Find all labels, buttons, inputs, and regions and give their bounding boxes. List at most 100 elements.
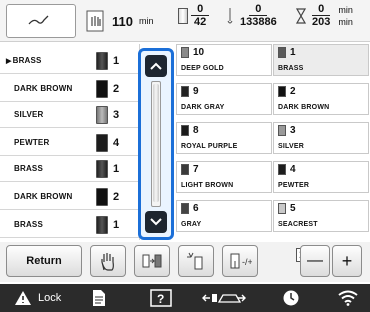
list-item-index: 1	[113, 54, 120, 67]
color-swap-button[interactable]	[134, 245, 170, 277]
color-cell-name: DEEP GOLD	[181, 65, 224, 72]
color-grid: 10 DEEP GOLD 1 BRASS 9 DARK GRAY 2 DARK …	[176, 44, 370, 240]
color-cell-number: 6	[193, 203, 199, 214]
svg-text:-/+: -/+	[242, 257, 252, 267]
spool-icon	[96, 51, 108, 70]
color-cell[interactable]: 10 DEEP GOLD	[176, 44, 272, 76]
list-item[interactable]: BRASS 1	[0, 212, 140, 238]
color-cell-name: BRASS	[278, 65, 304, 72]
frame-move-button[interactable]	[202, 288, 246, 308]
pattern-outline-icon	[28, 15, 49, 25]
color-cell-name: SEACREST	[278, 221, 318, 228]
scrollbar[interactable]	[138, 48, 174, 240]
color-cell-name: SILVER	[278, 143, 304, 150]
return-button-label: Return	[26, 255, 62, 267]
color-cell[interactable]: 5 SEACREST	[273, 200, 369, 232]
list-item[interactable]: DARK BROWN 2	[0, 184, 140, 210]
spool-icon	[178, 7, 188, 24]
list-item-name: PEWTER	[14, 138, 50, 147]
list-item[interactable]: BRASS 1	[0, 156, 140, 182]
color-cell[interactable]: 4 PEWTER	[273, 161, 369, 193]
settings-button[interactable]	[282, 288, 300, 308]
spool-icon	[181, 125, 189, 136]
color-change-button[interactable]	[178, 245, 214, 277]
color-cell-number: 4	[290, 164, 296, 175]
return-button[interactable]: Return	[6, 245, 82, 277]
wifi-icon	[338, 290, 358, 306]
thread-tension-button[interactable]: -/+	[222, 245, 258, 277]
spool-icon	[181, 203, 189, 214]
list-item-index: 3	[113, 108, 120, 121]
stitch-counter-total: 133886	[240, 16, 277, 28]
document-button[interactable]	[92, 288, 106, 308]
pattern-preview[interactable]	[6, 4, 76, 38]
speed-plus-button[interactable]: +	[332, 245, 362, 277]
hand-button[interactable]	[90, 245, 126, 277]
current-marker-icon: ▶	[6, 58, 12, 65]
color-cell[interactable]: 1 BRASS	[273, 44, 369, 76]
system-bar: Lock ?	[0, 284, 370, 312]
spool-icon	[278, 203, 286, 214]
color-cell-name: GRAY	[181, 221, 202, 228]
spool-icon	[278, 47, 286, 58]
color-cell-number: 10	[193, 47, 205, 58]
remaining-time-unit-bottom: min	[338, 16, 353, 27]
color-swap-icon	[142, 254, 162, 268]
lock-label: Lock	[38, 292, 62, 304]
speed-minus-button[interactable]: —	[300, 245, 330, 277]
color-cell[interactable]: 3 SILVER	[273, 122, 369, 154]
list-item-index: 4	[113, 136, 120, 149]
lock-button[interactable]: Lock	[14, 288, 61, 308]
sparkle-spool-icon	[187, 252, 203, 270]
list-item-index: 1	[113, 162, 120, 175]
hand-icon	[101, 253, 114, 271]
color-cell-name: ROYAL PURPLE	[181, 143, 238, 150]
color-cell-name: DARK GRAY	[181, 104, 225, 111]
color-cell-number: 7	[193, 164, 199, 175]
list-item-name: DARK BROWN	[14, 192, 73, 201]
color-cell[interactable]: 6 GRAY	[176, 200, 272, 232]
scroll-up-button[interactable]	[145, 55, 167, 77]
tension-icon: -/+	[230, 253, 252, 269]
color-cell-name: LIGHT BROWN	[181, 182, 234, 189]
list-item[interactable]: SILVER 3	[0, 102, 140, 128]
color-cell[interactable]: 8 ROYAL PURPLE	[176, 122, 272, 154]
color-cell[interactable]: 9 DARK GRAY	[176, 83, 272, 115]
color-counter-current: 0	[191, 3, 210, 16]
frame-move-icon	[202, 294, 246, 303]
spool-icon	[96, 215, 108, 234]
document-icon	[93, 290, 105, 306]
scroll-down-button[interactable]	[145, 211, 167, 233]
color-cell-name: DARK BROWN	[278, 104, 330, 111]
needle-icon	[227, 7, 233, 23]
svg-text:?: ?	[157, 292, 164, 306]
color-cell-name: PEWTER	[278, 182, 310, 189]
list-item-name: SILVER	[14, 110, 44, 119]
stitch-time: 110 min	[84, 6, 154, 36]
scroll-thumb[interactable]	[153, 84, 159, 202]
spool-icon	[96, 159, 108, 178]
list-item-index: 2	[113, 82, 120, 95]
list-item[interactable]: DARK BROWN 2	[0, 76, 140, 102]
list-item-name: DARK BROWN	[14, 84, 73, 93]
spool-icon	[96, 105, 108, 124]
color-counter: 0 42	[178, 3, 210, 28]
scroll-track[interactable]	[151, 81, 161, 207]
remaining-time-current: 0	[312, 3, 331, 16]
color-cell-number: 9	[193, 86, 199, 97]
color-cell[interactable]: 2 DARK BROWN	[273, 83, 369, 115]
color-cell-number: 2	[290, 86, 296, 97]
list-item[interactable]: ▶BRASS 1	[0, 48, 140, 74]
list-item-name: BRASS	[14, 220, 44, 229]
remaining-time-total: 203	[312, 16, 331, 28]
spool-icon	[96, 133, 108, 152]
list-item[interactable]: PEWTER 4	[0, 130, 140, 156]
color-cell[interactable]: 7 LIGHT BROWN	[176, 161, 272, 193]
stitch-counter: 0 133886	[226, 3, 280, 28]
stitch-time-value: 110	[112, 13, 133, 29]
remaining-time: 0 203 min min	[296, 3, 353, 28]
spool-icon	[181, 164, 189, 175]
list-item-name: BRASS	[12, 56, 42, 65]
help-button[interactable]: ?	[150, 288, 172, 308]
wifi-button[interactable]	[338, 288, 358, 308]
